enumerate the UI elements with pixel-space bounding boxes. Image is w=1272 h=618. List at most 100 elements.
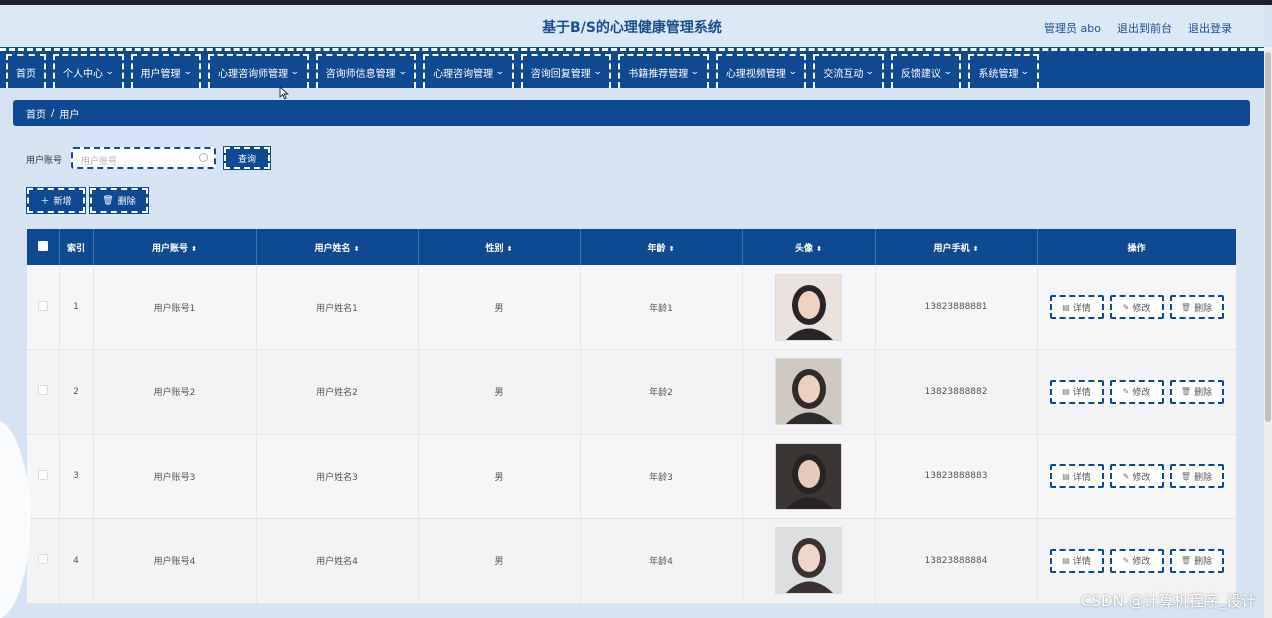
plus-icon: ＋ bbox=[40, 197, 50, 207]
index-cell: 2 bbox=[59, 349, 94, 435]
column-header[interactable]: 用户账号 ⬍ bbox=[93, 229, 257, 265]
column-header[interactable]: 性别 ⬍ bbox=[418, 229, 581, 265]
chevron-down-icon: ⌄ bbox=[1020, 67, 1031, 77]
breadcrumb: 首页 / 用户 bbox=[13, 100, 1250, 126]
search-field[interactable] bbox=[71, 147, 216, 171]
row-select-cell[interactable] bbox=[27, 518, 60, 604]
watermark: CSDN @计算机程序_设计 bbox=[1080, 592, 1256, 610]
nav-item[interactable]: 书籍推荐管理 ⌄ bbox=[618, 54, 709, 88]
edit-button[interactable]: ✎ 修改 bbox=[1109, 548, 1164, 573]
pencil-icon: ✎ bbox=[1122, 471, 1130, 481]
row-checkbox[interactable] bbox=[37, 300, 48, 311]
detail-button[interactable]: ▤ 详情 bbox=[1049, 464, 1104, 489]
nav-item[interactable]: 首页 bbox=[6, 54, 46, 88]
trash-icon: 🗑 bbox=[102, 195, 114, 206]
avatar-cell bbox=[742, 349, 876, 435]
nav-item-label: 心理视频管理 bbox=[725, 68, 786, 80]
trash-icon: 🗑 bbox=[1180, 556, 1192, 566]
page-scrollbar[interactable] bbox=[1264, 47, 1272, 618]
table-row[interactable]: 2 用户账号2 用户姓名2 男 年龄2 13823888882 ▤ 详情 ✎ 修改 … bbox=[27, 349, 1236, 435]
column-header[interactable]: 用户手机 ⬍ bbox=[875, 229, 1038, 265]
nav-item-label: 个人中心 bbox=[63, 68, 103, 80]
nav-item[interactable]: 心理咨询师管理 ⌄ bbox=[208, 54, 309, 88]
age-cell: 年龄4 bbox=[580, 518, 743, 604]
chevron-down-icon: ⌄ bbox=[942, 67, 953, 77]
row-select-cell[interactable] bbox=[27, 265, 60, 350]
nav-item[interactable]: 心理视频管理 ⌄ bbox=[715, 54, 807, 88]
nav-item-label: 咨询回复管理 bbox=[530, 68, 591, 80]
trash-icon: 🗑 bbox=[1180, 302, 1192, 312]
nav-item[interactable]: 咨询回复管理 ⌄ bbox=[520, 54, 612, 88]
nav-item-label: 书籍推荐管理 bbox=[628, 68, 689, 80]
column-header: 操作 bbox=[1037, 229, 1236, 265]
actions-cell: ▤ 详情 ✎ 修改 🗑 删除 bbox=[1037, 265, 1236, 350]
nav-item[interactable]: 反馈建议 ⌄ bbox=[890, 54, 962, 88]
sort-icon: ⬍ bbox=[506, 244, 513, 253]
delete-button[interactable]: 🗑 删除 bbox=[1169, 548, 1224, 573]
phone-cell: 13823888882 bbox=[875, 349, 1038, 435]
avatar[interactable] bbox=[775, 273, 842, 341]
admin-label[interactable]: 管理员 abo bbox=[1044, 20, 1101, 36]
detail-button[interactable]: ▤ 详情 bbox=[1049, 295, 1104, 319]
batch-delete-button[interactable]: 🗑 删除 bbox=[89, 187, 149, 214]
row-select-cell[interactable] bbox=[27, 349, 60, 435]
column-header[interactable]: 头像 ⬍ bbox=[742, 229, 876, 265]
nav-item-label: 交流互动 bbox=[823, 68, 864, 80]
logout-link[interactable]: 退出登录 bbox=[1188, 20, 1232, 36]
row-select-cell[interactable] bbox=[27, 434, 60, 519]
pencil-icon: ✎ bbox=[1122, 387, 1130, 397]
breadcrumb-home[interactable]: 首页 bbox=[26, 106, 46, 121]
detail-button[interactable]: ▤ 详情 bbox=[1049, 548, 1104, 573]
gender-cell: 男 bbox=[418, 349, 581, 435]
user-table: 索引 用户账号 ⬍ 用户姓名 ⬍ 性别 ⬍ 年龄 ⬍ 头像 ⬍ 用户手机 ⬍ 操作 1 用户… bbox=[27, 229, 1236, 618]
sort-icon: ⬍ bbox=[972, 244, 979, 253]
scrollbar-thumb[interactable] bbox=[1265, 52, 1271, 422]
table-row[interactable]: 1 用户账号1 用户姓名1 男 年龄1 13823888881 ▤ 详情 ✎ 修改 … bbox=[27, 265, 1236, 350]
nav-item[interactable]: 咨询师信息管理 ⌄ bbox=[315, 54, 417, 88]
nav-item[interactable]: 系统管理 ⌄ bbox=[968, 54, 1040, 88]
index-cell: 1 bbox=[59, 265, 94, 350]
name-cell: 用户姓名2 bbox=[256, 349, 419, 435]
column-header[interactable]: 用户姓名 ⬍ bbox=[256, 229, 419, 265]
chevron-down-icon: ⌄ bbox=[787, 67, 798, 77]
avatar[interactable] bbox=[775, 442, 842, 510]
detail-button[interactable]: ▤ 详情 bbox=[1049, 379, 1104, 404]
add-button[interactable]: ＋ 新增 bbox=[26, 187, 86, 214]
breadcrumb-separator: / bbox=[51, 107, 55, 119]
trash-icon: 🗑 bbox=[1180, 471, 1192, 481]
actions-cell: ▤ 详情 ✎ 修改 🗑 删除 bbox=[1037, 349, 1236, 435]
nav-item-label: 首页 bbox=[16, 68, 36, 80]
delete-button[interactable]: 🗑 删除 bbox=[1169, 379, 1224, 404]
account-cell: 用户账号2 bbox=[93, 349, 257, 435]
column-header[interactable]: 年龄 ⬍ bbox=[580, 229, 743, 265]
table-row[interactable]: 4 用户账号4 用户姓名4 男 年龄4 13823888884 ▤ 详情 ✎ 修改 … bbox=[27, 518, 1236, 604]
edit-button[interactable]: ✎ 修改 bbox=[1109, 295, 1164, 319]
nav-item[interactable]: 交流互动 ⌄ bbox=[813, 54, 884, 88]
avatar-image bbox=[776, 443, 841, 509]
avatar-cell bbox=[742, 434, 876, 519]
back-to-front-link[interactable]: 退出到前台 bbox=[1117, 20, 1172, 36]
avatar[interactable] bbox=[775, 527, 842, 595]
select-all-header[interactable] bbox=[27, 229, 60, 265]
search-input[interactable] bbox=[73, 153, 191, 171]
sort-icon: ⬍ bbox=[816, 244, 822, 253]
avatar[interactable] bbox=[775, 358, 842, 426]
row-checkbox[interactable] bbox=[37, 385, 48, 396]
nav-item[interactable]: 心理咨询管理 ⌄ bbox=[423, 54, 514, 88]
row-checkbox[interactable] bbox=[37, 469, 48, 480]
select-all-checkbox[interactable] bbox=[37, 240, 48, 251]
name-cell: 用户姓名3 bbox=[256, 434, 419, 519]
nav-item-label: 用户管理 bbox=[140, 68, 181, 80]
nav-item[interactable]: 个人中心 ⌄ bbox=[53, 54, 124, 88]
nav-item-label: 心理咨询师管理 bbox=[218, 68, 289, 80]
edit-button[interactable]: ✎ 修改 bbox=[1109, 464, 1164, 489]
query-button[interactable]: 查询 bbox=[223, 146, 271, 170]
edit-button[interactable]: ✎ 修改 bbox=[1109, 379, 1164, 404]
nav-item[interactable]: 用户管理 ⌄ bbox=[130, 54, 202, 88]
table-row[interactable]: 3 用户账号3 用户姓名3 男 年龄3 13823888883 ▤ 详情 ✎ 修改 … bbox=[27, 434, 1236, 519]
delete-button[interactable]: 🗑 删除 bbox=[1169, 295, 1224, 319]
delete-button[interactable]: 🗑 删除 bbox=[1169, 464, 1224, 489]
row-checkbox[interactable] bbox=[37, 554, 48, 565]
phone-cell: 13823888883 bbox=[875, 434, 1038, 519]
sort-icon: ⬍ bbox=[668, 244, 675, 253]
